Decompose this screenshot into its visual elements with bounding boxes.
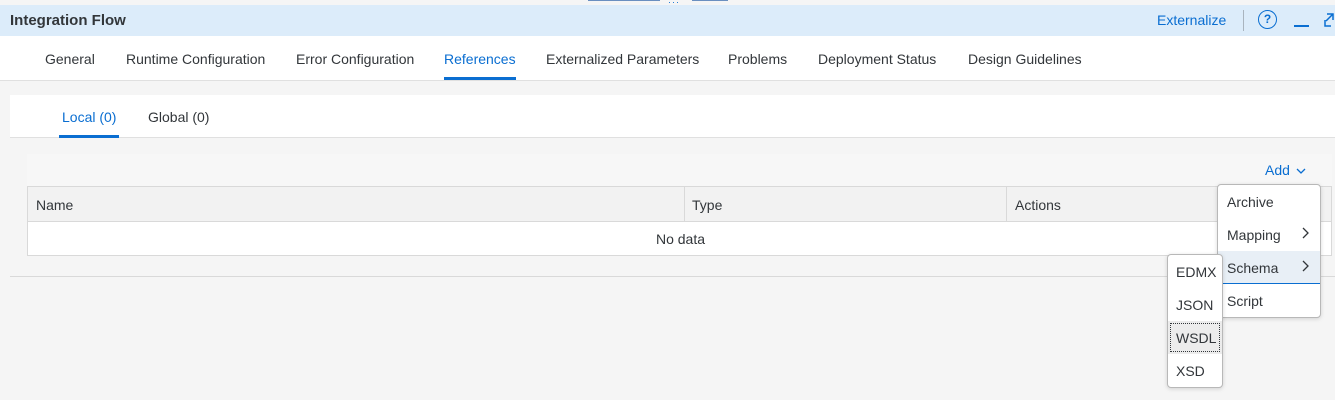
menu-item-schema[interactable]: Schema — [1218, 251, 1320, 284]
references-subtab-bar: Local (0) Global (0) — [10, 95, 1335, 138]
table-toolbar: Add — [27, 154, 1332, 186]
resize-grip[interactable]: ··· — [588, 0, 728, 7]
add-button[interactable]: Add — [1265, 162, 1306, 178]
schema-submenu: EDMX JSON WSDL XSD — [1167, 254, 1223, 388]
submenu-item-label: JSON — [1176, 297, 1214, 313]
submenu-item-wsdl[interactable]: WSDL — [1168, 321, 1222, 354]
app-header: Integration Flow Externalize ? — [0, 5, 1335, 36]
tab-error-configuration[interactable]: Error Configuration — [296, 51, 414, 67]
menu-item-mapping[interactable]: Mapping — [1218, 218, 1320, 251]
add-dropdown-menu: Archive Mapping Schema Script — [1217, 184, 1321, 318]
menu-item-archive[interactable]: Archive — [1218, 185, 1320, 218]
menu-item-label: Mapping — [1227, 227, 1281, 243]
column-header-name[interactable]: Name — [36, 197, 73, 213]
tab-deployment-status[interactable]: Deployment Status — [818, 51, 936, 67]
active-subtab-indicator — [59, 135, 119, 138]
tab-general[interactable]: General — [45, 51, 95, 67]
column-header-type[interactable]: Type — [692, 197, 722, 213]
page-title: Integration Flow — [10, 12, 126, 29]
submenu-item-json[interactable]: JSON — [1168, 288, 1222, 321]
tab-bar: General Runtime Configuration Error Conf… — [0, 36, 1335, 81]
submenu-item-label: XSD — [1176, 363, 1205, 379]
grip-line-right — [692, 0, 728, 1]
grip-line-left — [588, 0, 660, 1]
panel-divider — [10, 276, 1335, 277]
menu-item-label: Script — [1227, 293, 1263, 309]
active-tab-indicator — [444, 77, 516, 80]
tab-externalized-parameters[interactable]: Externalized Parameters — [546, 51, 699, 67]
chevron-down-icon — [1296, 168, 1306, 174]
submenu-item-xsd[interactable]: XSD — [1168, 354, 1222, 387]
externalize-button[interactable]: Externalize — [1157, 12, 1226, 28]
submenu-item-label: EDMX — [1176, 264, 1217, 280]
help-icon[interactable]: ? — [1258, 10, 1277, 29]
header-divider — [1243, 10, 1244, 31]
menu-item-label: Archive — [1227, 194, 1274, 210]
column-separator[interactable] — [1006, 187, 1007, 222]
column-separator[interactable] — [684, 187, 685, 222]
tab-problems[interactable]: Problems — [728, 51, 787, 67]
submenu-item-label: WSDL — [1176, 330, 1217, 346]
empty-table-message: No data — [655, 231, 706, 247]
tab-runtime-configuration[interactable]: Runtime Configuration — [126, 51, 265, 67]
subtab-global[interactable]: Global (0) — [148, 109, 209, 125]
menu-item-script[interactable]: Script — [1218, 284, 1320, 317]
minimize-icon[interactable] — [1294, 25, 1309, 27]
tab-design-guidelines[interactable]: Design Guidelines — [968, 51, 1082, 67]
references-table: Name Type Actions No data — [27, 186, 1332, 256]
add-button-label: Add — [1265, 162, 1290, 178]
menu-item-label: Schema — [1227, 260, 1279, 276]
subtab-local[interactable]: Local (0) — [62, 109, 116, 125]
expand-icon[interactable] — [1323, 11, 1335, 29]
submenu-item-edmx[interactable]: EDMX — [1168, 255, 1222, 288]
chevron-right-icon — [1302, 227, 1309, 239]
chevron-right-icon — [1302, 260, 1309, 272]
table-header: Name Type Actions — [28, 187, 1331, 222]
tab-references[interactable]: References — [444, 51, 516, 67]
column-header-actions[interactable]: Actions — [1015, 197, 1061, 213]
